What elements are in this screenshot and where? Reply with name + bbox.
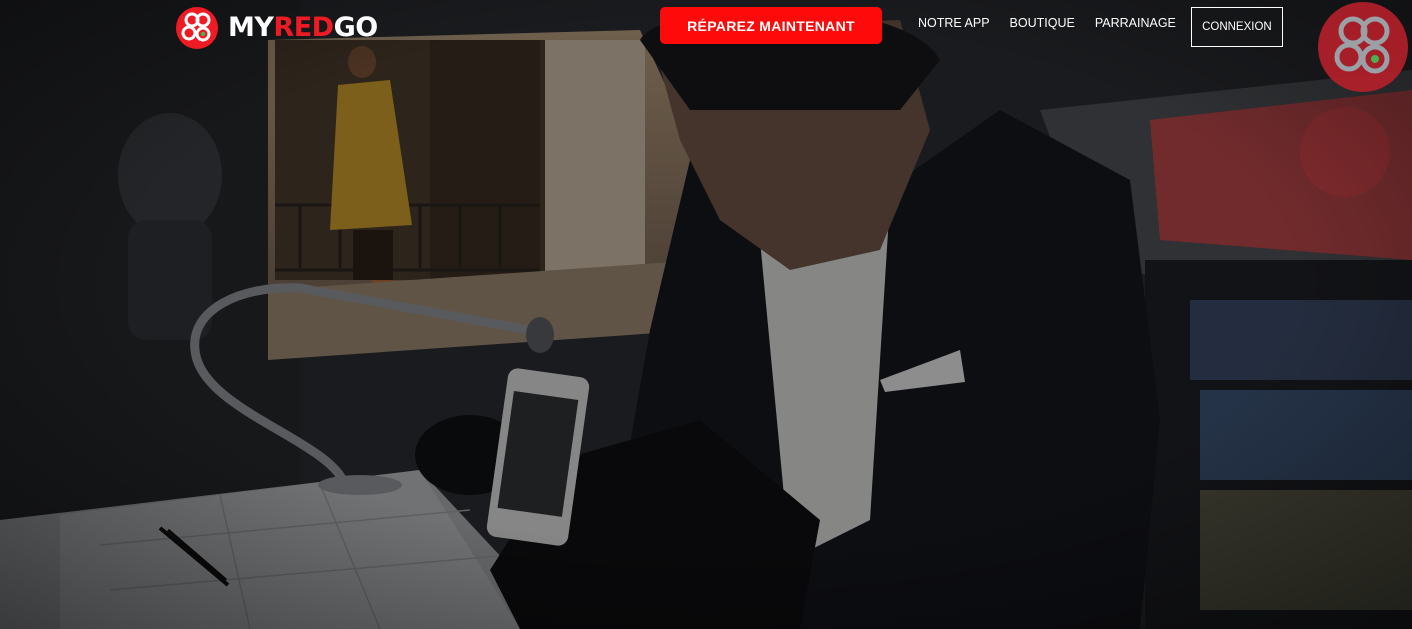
brand-wordmark-go: GO — [333, 12, 379, 43]
myredgo-badge-icon — [1318, 2, 1408, 92]
nav-link-boutique[interactable]: BOUTIQUE — [1000, 7, 1085, 30]
myredgo-logo-icon — [176, 7, 218, 49]
brand-logo[interactable]: MYREDGO — [176, 7, 378, 49]
main-nav: NOTRE APP BOUTIQUE PARRAINAGE CONNEXION — [908, 7, 1283, 47]
brand-wordmark: MYREDGO — [228, 7, 378, 49]
hero-background — [0, 0, 1412, 629]
brand-wordmark-red: RED — [273, 12, 334, 43]
login-button[interactable]: CONNEXION — [1190, 7, 1283, 47]
corner-badge — [1317, 1, 1409, 93]
brand-wordmark-my: MY — [228, 12, 274, 43]
repair-now-button[interactable]: RÉPAREZ MAINTENANT — [660, 7, 882, 44]
nav-link-parrainage[interactable]: PARRAINAGE — [1085, 7, 1186, 30]
nav-link-notre-app[interactable]: NOTRE APP — [908, 7, 1000, 30]
hero-image — [0, 0, 1412, 629]
